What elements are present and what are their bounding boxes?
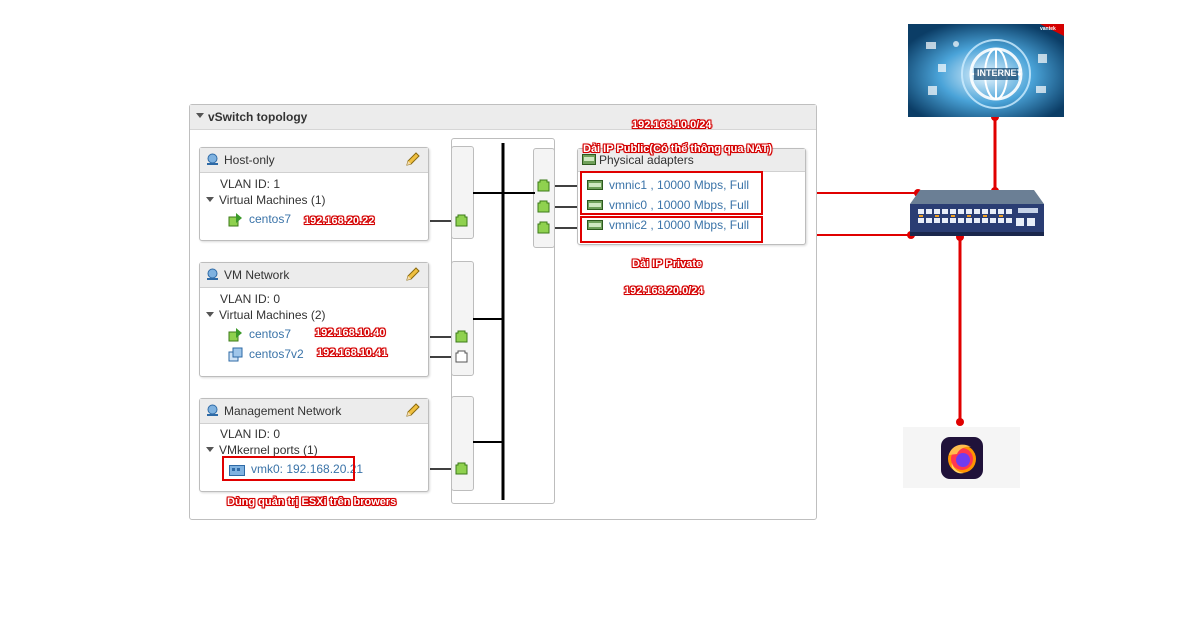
- physical-adapters-title: Physical adapters: [599, 153, 694, 167]
- port-icon[interactable]: [455, 214, 468, 227]
- private-adapter-highlight: [580, 216, 763, 243]
- public-label: Dải IP Public(Có thể thông qua NAT): [583, 143, 773, 155]
- members-label: VMkernel ports (1): [219, 443, 318, 457]
- vm-icon: [228, 213, 242, 227]
- edit-icon[interactable]: [404, 152, 420, 168]
- internet-image: INTERNET vantek: [908, 24, 1064, 117]
- ip-annotation: 192.168.10.40: [315, 327, 386, 339]
- network-switch-icon: [910, 190, 1044, 236]
- port-icon[interactable]: [455, 330, 468, 343]
- brand-logo: vantek: [1040, 26, 1056, 32]
- vm-icon: [228, 328, 242, 342]
- members-label: Virtual Machines (1): [219, 193, 326, 207]
- ip-annotation: 192.168.10.41: [317, 347, 388, 359]
- edit-icon[interactable]: [404, 403, 420, 419]
- expand-icon[interactable]: [206, 312, 214, 317]
- uplink-port-icon[interactable]: [537, 179, 550, 192]
- public-subnet: 192.168.10.0/24: [632, 119, 712, 131]
- expand-icon[interactable]: [206, 197, 214, 202]
- vm-link[interactable]: centos7: [249, 327, 291, 341]
- vm-link[interactable]: centos7v2: [249, 347, 304, 361]
- portgroup-header: VM Network: [200, 263, 428, 288]
- private-subnet: 192.168.20.0/24: [624, 285, 704, 297]
- firefox-icon[interactable]: [941, 437, 983, 479]
- private-label: Dải IP Private: [632, 258, 703, 270]
- portgroup-header: Management Network: [200, 399, 428, 424]
- expand-icon[interactable]: [206, 447, 214, 452]
- ip-annotation: 192.168.20.22: [304, 215, 375, 227]
- portgroup-header: Host-only: [200, 148, 428, 173]
- vmk0-note: Dùng quản trị ESXi trên browers: [227, 496, 397, 508]
- members-label: Virtual Machines (2): [219, 308, 326, 322]
- uplink-port-icon[interactable]: [537, 200, 550, 213]
- vlan-id: VLAN ID: 0: [220, 292, 281, 306]
- internet-text: INTERNET: [977, 68, 1022, 78]
- port-icon[interactable]: [455, 462, 468, 475]
- vm-icon: [228, 347, 243, 362]
- port-icon[interactable]: [455, 350, 468, 363]
- public-adapters-highlight: [580, 171, 763, 215]
- portgroup-name: Management Network: [224, 404, 342, 418]
- members-toggle[interactable]: VMkernel ports (1): [206, 443, 318, 457]
- nic-icon: [582, 154, 596, 165]
- browser-app-tile: [903, 427, 1020, 488]
- network-icon: [207, 268, 218, 280]
- members-toggle[interactable]: Virtual Machines (1): [206, 193, 326, 207]
- portgroup-name: VM Network: [224, 268, 290, 282]
- network-icon: [207, 153, 218, 165]
- uplink-port-icon[interactable]: [537, 221, 550, 234]
- portgroup-name: Host-only: [224, 153, 275, 167]
- network-icon: [207, 404, 218, 416]
- vlan-id: VLAN ID: 0: [220, 427, 281, 441]
- edit-icon[interactable]: [404, 267, 420, 283]
- members-toggle[interactable]: Virtual Machines (2): [206, 308, 326, 322]
- vlan-id: VLAN ID: 1: [220, 177, 281, 191]
- vm-link[interactable]: centos7: [249, 212, 291, 226]
- portgroup-vm-network[interactable]: VM Network VLAN ID: 0 Virtual Machines (…: [199, 262, 429, 377]
- vmk0-highlight: [222, 456, 355, 481]
